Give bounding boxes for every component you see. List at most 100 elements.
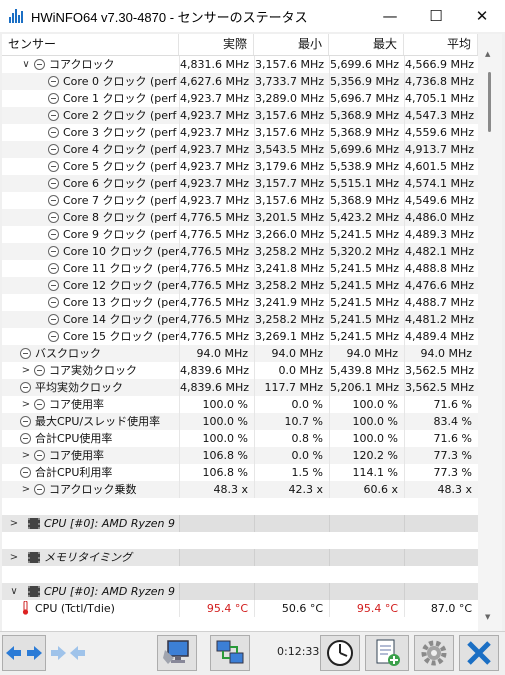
column-header-minimum[interactable]: 最小 xyxy=(254,34,329,55)
scroll-down-arrow-icon[interactable]: ▼ xyxy=(485,613,490,621)
max-value: 114.1 % xyxy=(329,464,404,481)
sensor-row[interactable]: 最大CPU/スレッド使用率 100.0 % 10.7 % 100.0 % 83.4 % xyxy=(2,413,478,430)
expand-all-button[interactable] xyxy=(2,635,46,671)
sensor-row[interactable]: Core 5 クロック (perf #...4,923.7 MHz3,179.6… xyxy=(2,158,478,175)
expander-icon[interactable]: > xyxy=(20,447,32,464)
max-value: 60.6 x xyxy=(329,481,404,498)
min-value: 3,157.6 MHz xyxy=(254,192,329,209)
expander-icon[interactable]: > xyxy=(8,515,20,532)
close-button[interactable]: ✕ xyxy=(459,0,505,32)
sensor-row[interactable]: > コア実効クロック 4,839.6 MHz 0.0 MHz 5,439.8 MHz 3,… xyxy=(2,362,478,379)
sensor-row[interactable]: Core 0 クロック (perf #...4,627.6 MHz3,733.7… xyxy=(2,73,478,90)
sensor-row[interactable]: > コアクロック乗数 48.3 x 42.3 x 60.6 x 48.3 x xyxy=(2,481,478,498)
clock-button[interactable] xyxy=(320,635,360,671)
sensor-row[interactable]: ∨ コアクロック 4,831.6 MHz 3,157.6 MHz 5,699.6 MHz… xyxy=(2,56,478,73)
scrollbar-thumb[interactable] xyxy=(488,72,491,132)
sensor-row[interactable]: > コア使用率 106.8 % 0.0 % 120.2 % 77.3 % xyxy=(2,447,478,464)
expander-icon[interactable]: ∨ xyxy=(8,583,20,600)
sensor-row[interactable]: Core 7 クロック (perf #...4,923.7 MHz3,157.6… xyxy=(2,192,478,209)
expander-icon[interactable]: > xyxy=(8,549,20,566)
sensor-row[interactable]: Core 4 クロック (perf #...4,923.7 MHz3,543.5… xyxy=(2,141,478,158)
sensor-label: コア実効クロック xyxy=(49,364,137,377)
avg-value: 77.3 % xyxy=(404,464,478,481)
max-value: 100.0 % xyxy=(329,413,404,430)
column-header-maximum[interactable]: 最大 xyxy=(329,34,404,55)
current-value: 4,776.5 MHz xyxy=(179,294,254,311)
sensor-label: Core 4 クロック (perf #... xyxy=(63,143,179,156)
current-value: 4,776.5 MHz xyxy=(179,311,254,328)
sensor-label: Core 1 クロック (perf #... xyxy=(63,92,179,105)
min-value: 117.7 MHz xyxy=(254,379,329,396)
sensor-row[interactable]: 合計CPU利用率 106.8 % 1.5 % 114.1 % 77.3 % xyxy=(2,464,478,481)
sensor-clock-icon xyxy=(34,484,45,495)
hwinfo-app-icon xyxy=(9,9,23,23)
sensor-row[interactable]: Core 6 クロック (perf #...4,923.7 MHz3,157.7… xyxy=(2,175,478,192)
sensor-row[interactable]: CPU (Tctl/Tdie) 95.4 °C 50.6 °C 95.4 °C 87.0… xyxy=(2,600,478,617)
group-label: CPU [#0]: AMD Ryzen 9 ... xyxy=(44,585,179,598)
sensor-row[interactable]: 合計CPU使用率 100.0 % 0.8 % 100.0 % 71.6 % xyxy=(2,430,478,447)
sensor-row[interactable]: Core 8 クロック (perf #...4,776.5 MHz3,201.5… xyxy=(2,209,478,226)
expander-icon[interactable]: > xyxy=(20,362,32,379)
scroll-up-arrow-icon[interactable]: ▲ xyxy=(485,50,490,58)
avg-value: 4,566.9 MHz xyxy=(404,56,478,73)
current-value: 4,776.5 MHz xyxy=(179,277,254,294)
min-value: 3,157.6 MHz xyxy=(254,107,329,124)
sensor-row[interactable]: > コア使用率 100.0 % 0.0 % 100.0 % 71.6 % xyxy=(2,396,478,413)
sensor-row[interactable]: バスクロック 94.0 MHz 94.0 MHz 94.0 MHz 94.0 MHz xyxy=(2,345,478,362)
expander-icon[interactable]: ∨ xyxy=(20,56,32,73)
avg-value: 83.4 % xyxy=(404,413,478,430)
current-value: 100.0 % xyxy=(179,396,254,413)
sensor-clock-icon xyxy=(20,382,31,393)
sensor-monitor-button[interactable] xyxy=(157,635,197,671)
max-value: 5,241.5 MHz xyxy=(329,328,404,345)
max-value: 5,206.1 MHz xyxy=(329,379,404,396)
sensor-label: Core 8 クロック (perf #... xyxy=(63,211,179,224)
sensor-label: Core 6 クロック (perf #... xyxy=(63,177,179,190)
sensor-row[interactable]: Core 15 クロック (perf ...4,776.5 MHz3,269.1… xyxy=(2,328,478,345)
sensor-group-row[interactable]: > メモリタイミング xyxy=(2,549,478,566)
max-value: 5,439.8 MHz xyxy=(329,362,404,379)
sensor-row[interactable]: Core 10 クロック (perf ...4,776.5 MHz3,258.2… xyxy=(2,243,478,260)
close-sensors-button[interactable] xyxy=(459,635,499,671)
min-value: 3,241.9 MHz xyxy=(254,294,329,311)
column-header-current[interactable]: 実際 xyxy=(179,34,254,55)
sensor-label: Core 7 クロック (perf #... xyxy=(63,194,179,207)
max-value: 100.0 % xyxy=(329,430,404,447)
sensor-row[interactable]: Core 9 クロック (perf #...4,776.5 MHz3,266.0… xyxy=(2,226,478,243)
sensor-row[interactable]: Core 14 クロック (perf ...4,776.5 MHz3,258.2… xyxy=(2,311,478,328)
sensor-row[interactable]: 平均実効クロック 4,839.6 MHz 117.7 MHz 5,206.1 MHz 3… xyxy=(2,379,478,396)
max-value: 5,356.9 MHz xyxy=(329,73,404,90)
sensor-row[interactable]: Core 13 クロック (perf ...4,776.5 MHz3,241.9… xyxy=(2,294,478,311)
current-value: 4,839.6 MHz xyxy=(179,379,254,396)
sensor-row[interactable]: Core 12 クロック (perf ...4,776.5 MHz3,258.2… xyxy=(2,277,478,294)
vertical-scrollbar[interactable]: ▲ ▼ xyxy=(478,34,502,631)
min-value: 3,289.0 MHz xyxy=(254,90,329,107)
expander-icon[interactable]: > xyxy=(20,481,32,498)
logging-button[interactable] xyxy=(365,635,409,671)
maximize-button[interactable]: ☐ xyxy=(413,0,459,32)
min-value: 3,157.6 MHz xyxy=(254,124,329,141)
expander-icon[interactable]: > xyxy=(20,396,32,413)
current-value: 100.0 % xyxy=(179,430,254,447)
minimize-button[interactable]: — xyxy=(367,0,413,32)
max-value: 5,538.9 MHz xyxy=(329,158,404,175)
avg-value: 3,562.5 MHz xyxy=(404,362,478,379)
sensor-group-row[interactable]: > CPU [#0]: AMD Ryzen 9 ... xyxy=(2,515,478,532)
column-header-sensor[interactable]: センサー xyxy=(2,34,179,55)
current-value: 4,776.5 MHz xyxy=(179,226,254,243)
network-button[interactable] xyxy=(210,635,250,671)
sensor-row[interactable]: Core 2 クロック (perf #...4,923.7 MHz3,157.6… xyxy=(2,107,478,124)
sensor-clock-icon xyxy=(20,348,31,359)
avg-value: 4,547.3 MHz xyxy=(404,107,478,124)
avg-value: 4,913.7 MHz xyxy=(404,141,478,158)
settings-button[interactable] xyxy=(414,635,454,671)
sensor-row[interactable]: Core 1 クロック (perf #...4,923.7 MHz3,289.0… xyxy=(2,90,478,107)
min-value: 3,258.2 MHz xyxy=(254,277,329,294)
sensor-group-row[interactable]: ∨ CPU [#0]: AMD Ryzen 9 ... xyxy=(2,583,478,600)
sensor-row[interactable]: Core 11 クロック (perf ...4,776.5 MHz3,241.8… xyxy=(2,260,478,277)
sensor-label: Core 5 クロック (perf #... xyxy=(63,160,179,173)
collapse-all-button[interactable] xyxy=(48,635,88,671)
sensor-row[interactable]: Core 3 クロック (perf #...4,923.7 MHz3,157.6… xyxy=(2,124,478,141)
min-value: 50.6 °C xyxy=(254,600,329,617)
column-header-average[interactable]: 平均 xyxy=(404,34,478,55)
